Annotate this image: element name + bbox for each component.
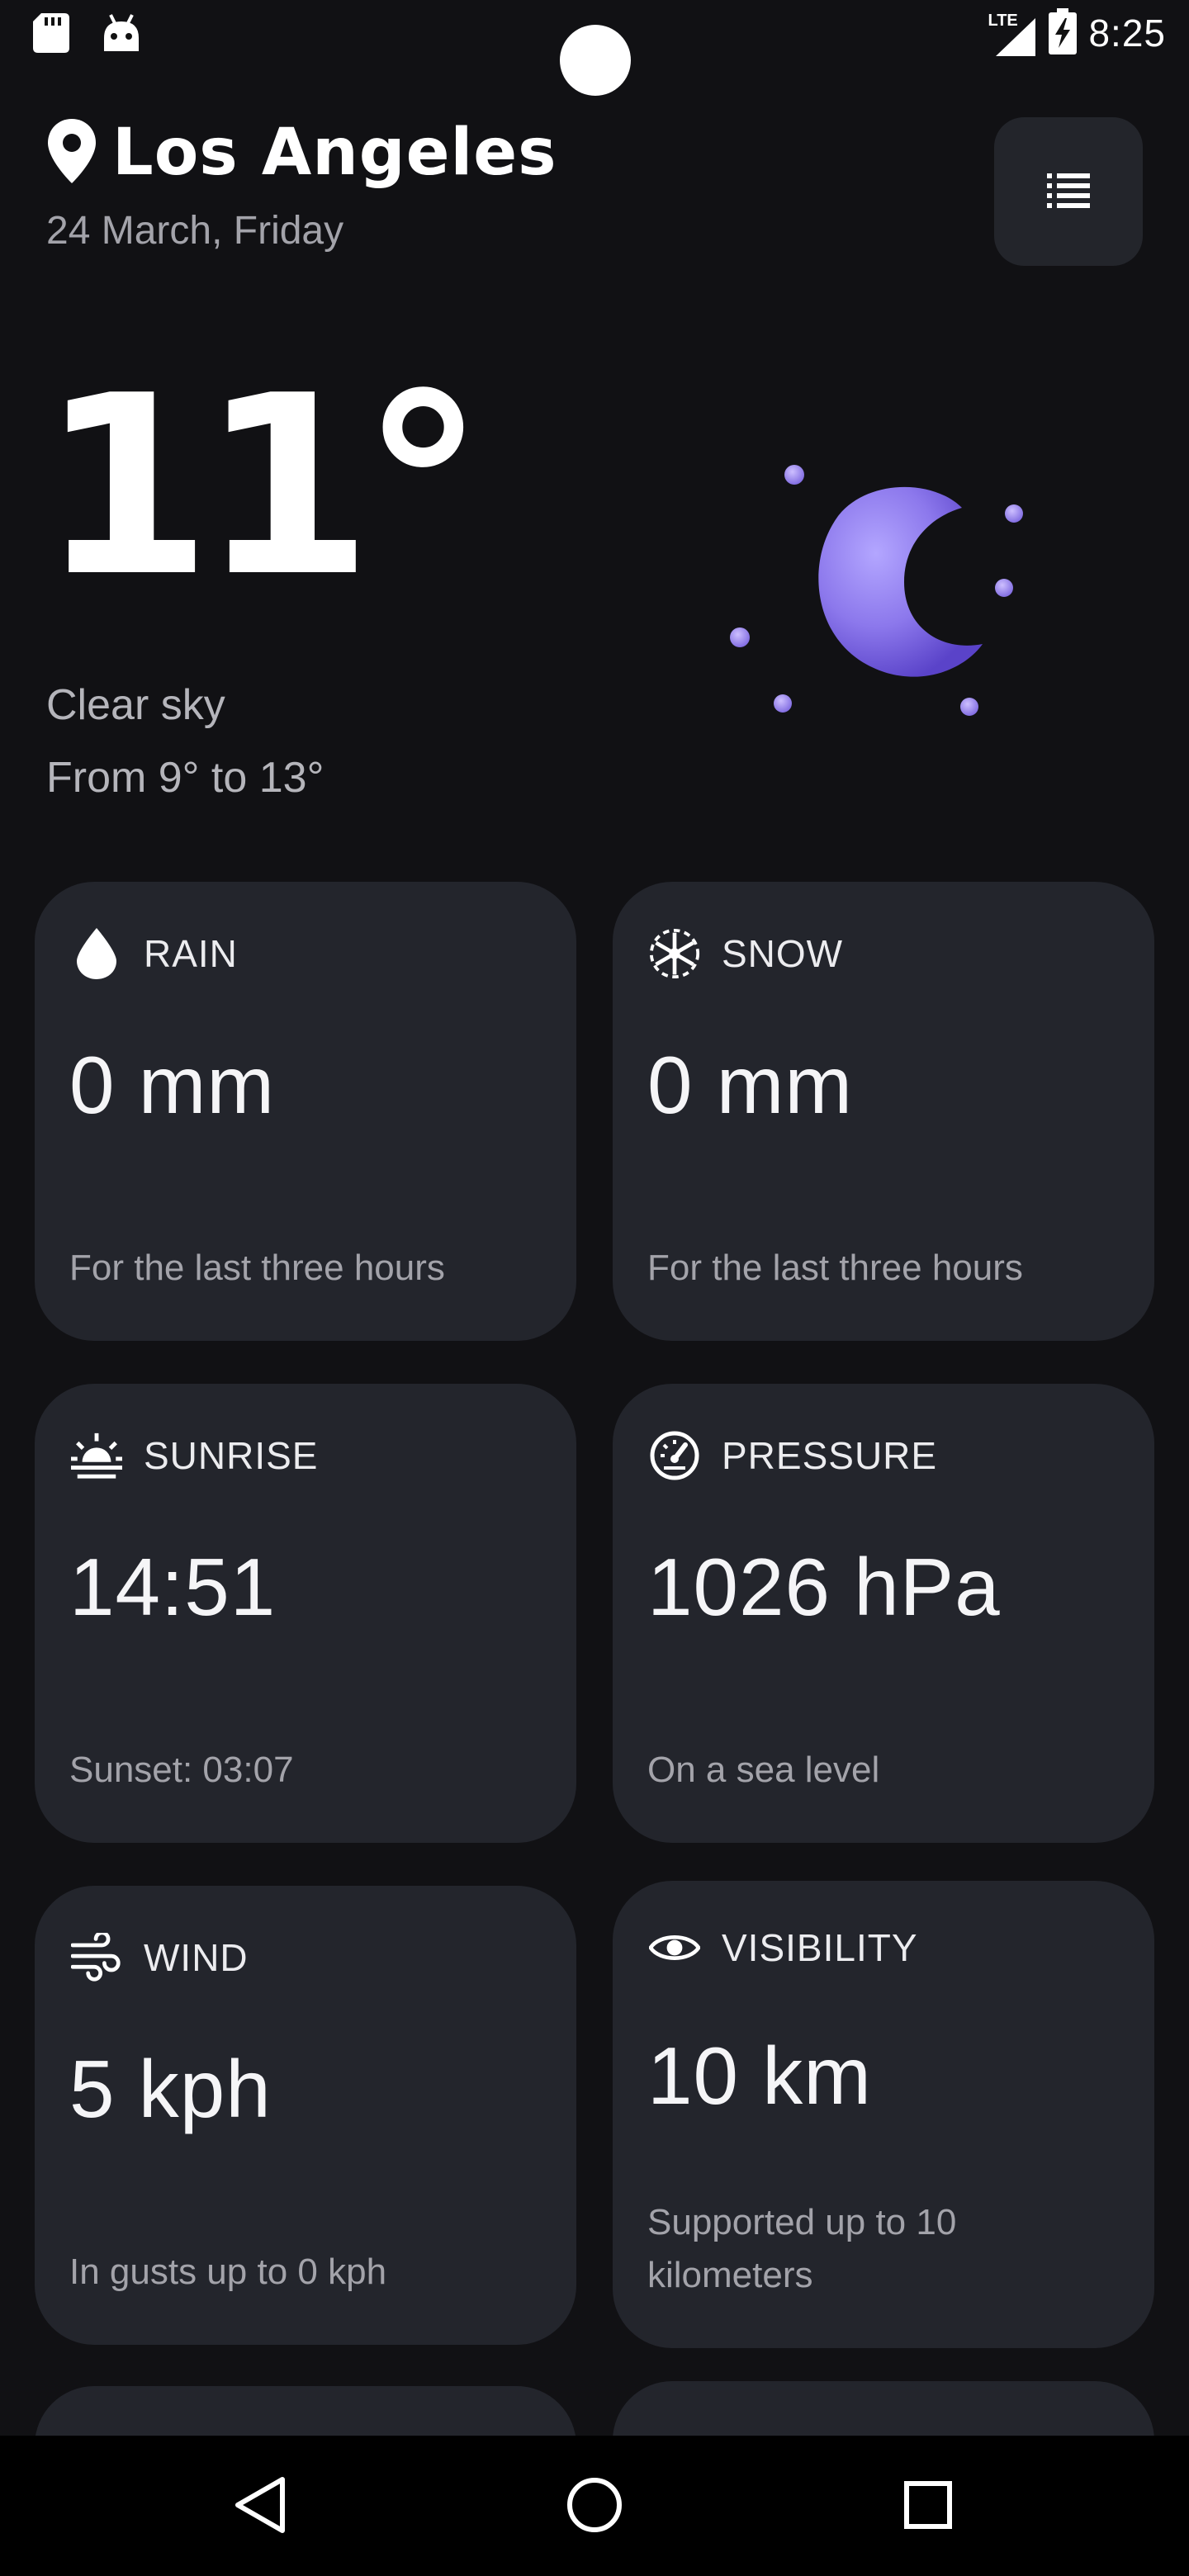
wind-icon — [71, 1932, 122, 1983]
location-header: Los Angeles 24 March, Friday — [46, 116, 557, 253]
card-title: SUNRISE — [144, 1434, 319, 1477]
snowflake-icon — [649, 928, 700, 979]
menu-button[interactable] — [994, 117, 1143, 266]
android-icon — [102, 13, 140, 56]
back-icon — [234, 2476, 287, 2537]
system-navigation-bar — [0, 2436, 1189, 2576]
gauge-icon — [649, 1430, 700, 1481]
card-note: Sunset: 03:07 — [69, 1750, 294, 1790]
card-value: 5 kph — [69, 2043, 272, 2134]
list-icon — [1047, 172, 1090, 211]
weather-condition: Clear sky — [46, 681, 225, 729]
visibility-card[interactable]: VISIBILITY 10 km Supported up to 10 kilo… — [613, 1881, 1154, 2348]
temperature-range: From 9° to 13° — [46, 754, 324, 802]
card-title: WIND — [144, 1936, 249, 1979]
clock: 8:25 — [1088, 12, 1166, 54]
card-title: RAIN — [144, 932, 238, 975]
card-value: 1026 hPa — [647, 1541, 1001, 1632]
card-value: 14:51 — [69, 1541, 277, 1632]
card-value: 0 mm — [647, 1039, 853, 1130]
recents-button[interactable] — [887, 2465, 969, 2548]
sunrise-icon — [71, 1430, 122, 1481]
card-title: VISIBILITY — [722, 1926, 918, 1969]
card-note: For the last three hours — [647, 1248, 1023, 1288]
pressure-card[interactable]: PRESSURE 1026 hPa On a sea level — [613, 1384, 1154, 1843]
card-note: For the last three hours — [69, 1248, 445, 1288]
city-name[interactable]: Los Angeles — [112, 116, 557, 190]
recents-icon — [903, 2480, 953, 2533]
home-button[interactable] — [553, 2465, 636, 2548]
lte-signal-icon: LTE — [988, 10, 1037, 56]
card-note: Supported up to 10 kilometers — [647, 2202, 957, 2295]
battery-charging-icon — [1049, 8, 1078, 58]
location-pin-icon — [46, 119, 97, 187]
camera-cutout — [560, 25, 631, 96]
droplet-icon — [71, 928, 122, 979]
sd-card-icon — [33, 13, 69, 56]
status-bar: LTE 8:25 — [0, 0, 1189, 96]
snow-card[interactable]: SNOW 0 mm For the last three hours — [613, 882, 1154, 1341]
weather-screen: LTE 8:25 Los Angeles 24 March, Friday 11… — [0, 0, 1189, 2576]
current-temperature: 11° — [40, 343, 485, 631]
card-note: In gusts up to 0 kph — [69, 2252, 387, 2292]
moon-icon — [710, 446, 1040, 743]
card-value: 0 mm — [69, 1039, 275, 1130]
current-date: 24 March, Friday — [46, 209, 344, 253]
card-note: On a sea level — [647, 1750, 880, 1790]
wind-card[interactable]: WIND 5 kph In gusts up to 0 kph — [35, 1886, 576, 2345]
card-value: 10 km — [647, 2030, 872, 2121]
home-icon — [566, 2476, 623, 2537]
rain-card[interactable]: RAIN 0 mm For the last three hours — [35, 882, 576, 1341]
eye-icon — [649, 1922, 700, 1973]
card-title: PRESSURE — [722, 1434, 938, 1477]
back-button[interactable] — [220, 2465, 302, 2548]
sunrise-card[interactable]: SUNRISE 14:51 Sunset: 03:07 — [35, 1384, 576, 1843]
card-title: SNOW — [722, 932, 844, 975]
weather-summary: Clear sky From 9° to 13° — [46, 669, 324, 814]
